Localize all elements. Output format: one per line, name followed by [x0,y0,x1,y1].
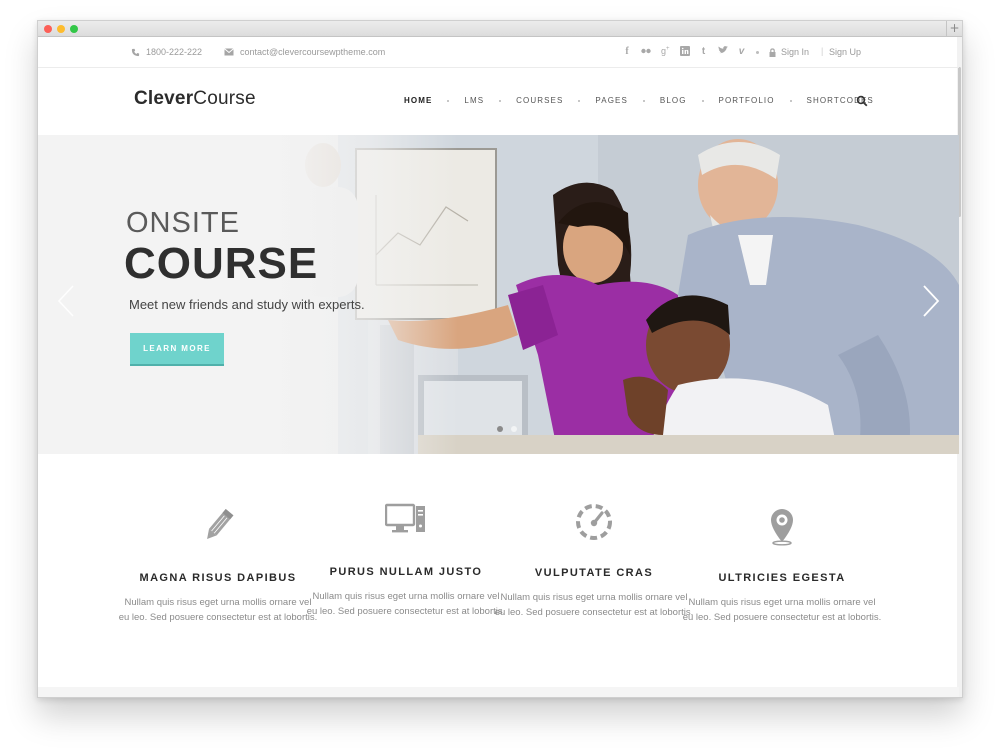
learn-more-button[interactable]: LEARN MORE [130,333,224,366]
slider-bullet-active[interactable] [497,426,503,432]
facebook-icon[interactable]: f [623,46,631,59]
feature-column: ULTRICIES EGESTA Nullam quis risus eget … [682,502,882,625]
feature-title: ULTRICIES EGESTA [718,572,846,584]
next-section-edge [38,687,959,697]
browser-window: + 1800-222-222 contact@clevercoursewpthe… [37,20,963,698]
nav-item-blog[interactable]: BLOG [660,96,687,105]
nav-item-pages[interactable]: PAGES [595,96,627,105]
nav-separator [701,99,704,102]
feature-column: PURUS NULLAM JUSTO Nullam quis risus ege… [306,496,506,619]
slider-pagination [497,426,517,432]
sign-in-link[interactable]: Sign In [769,47,809,57]
hero-text-overlay [38,135,458,454]
browser-titlebar: + [38,21,962,37]
feature-column: VULPUTATE CRAS Nullam quis risus eget ur… [494,498,694,620]
logo-light-text: Course [193,88,256,109]
phone-contact[interactable]: 1800-222-222 [131,47,202,57]
twitter-icon[interactable] [717,46,728,59]
vimeo-icon[interactable]: v [738,46,746,59]
search-icon[interactable] [856,95,868,107]
topbar-separator-dot [756,51,759,54]
logo-bold-text: Clever [134,88,194,109]
maximize-window-button[interactable] [70,25,78,33]
map-pin-icon [771,509,793,546]
new-tab-button[interactable]: + [946,21,962,36]
phone-number: 1800-222-222 [146,47,203,57]
hero-slider: ONSITE COURSE Meet new friends and study… [38,135,959,454]
feature-text: Nullam quis risus eget urna mollis ornar… [682,597,882,623]
social-links: f g+ t v [623,46,746,59]
slider-bullet[interactable] [511,426,517,432]
hero-title-large: COURSE [124,239,319,288]
features-section: MAGNA RISUS DAPIBUS Nullam quis risus eg… [38,454,959,697]
hero-subtitle: Meet new friends and study with experts. [129,297,365,312]
flickr-icon[interactable] [641,46,651,59]
feature-title: PURUS NULLAM JUSTO [329,566,483,578]
feature-text: Nullam quis risus eget urna mollis ornar… [306,591,506,617]
nav-item-lms[interactable]: LMS [464,96,484,105]
feature-title: MAGNA RISUS DAPIBUS [139,572,297,584]
site-header: CleverCourse HOME LMS COURSES PAGES BLOG… [38,68,959,135]
auth-divider: | [821,46,824,56]
close-window-button[interactable] [44,25,52,33]
email-contact[interactable]: contact@clevercoursewptheme.com [224,47,385,57]
feature-column: MAGNA RISUS DAPIBUS Nullam quis risus eg… [118,502,318,625]
linkedin-icon[interactable] [679,46,690,59]
nav-separator [789,99,792,102]
screenshot-stage: + 1800-222-222 contact@clevercoursewpthe… [0,0,1000,751]
feature-text: Nullam quis risus eget urna mollis ornar… [494,592,694,618]
nav-separator [499,99,502,102]
hero-title-small: ONSITE [126,207,240,239]
email-address: contact@clevercoursewptheme.com [240,47,386,57]
nav-separator [447,99,450,102]
sign-in-label: Sign In [781,47,810,57]
google-plus-icon[interactable]: g+ [661,46,670,59]
feature-text: Nullam quis risus eget urna mollis ornar… [118,597,318,623]
main-navigation: HOME LMS COURSES PAGES BLOG PORTFOLIO SH… [404,96,874,105]
pencil-icon [207,508,234,540]
computer-icon [385,503,425,533]
nav-item-courses[interactable]: COURSES [516,96,563,105]
envelope-icon [224,48,234,56]
top-contact-bar: 1800-222-222 contact@clevercoursewptheme… [38,37,959,68]
speedometer-icon [576,504,612,540]
tumblr-icon[interactable]: t [700,46,708,59]
phone-icon [131,48,140,56]
minimize-window-button[interactable] [57,25,65,33]
nav-item-home[interactable]: HOME [404,96,432,105]
chevron-left-icon[interactable] [56,284,76,318]
nav-separator [642,99,645,102]
nav-separator [578,99,581,102]
sign-up-link[interactable]: Sign Up [829,47,861,57]
feature-title: VULPUTATE CRAS [534,567,654,579]
nav-item-portfolio[interactable]: PORTFOLIO [719,96,775,105]
site-logo[interactable]: CleverCourse [134,88,256,110]
lock-icon [769,47,776,57]
chevron-right-icon[interactable] [921,284,941,318]
